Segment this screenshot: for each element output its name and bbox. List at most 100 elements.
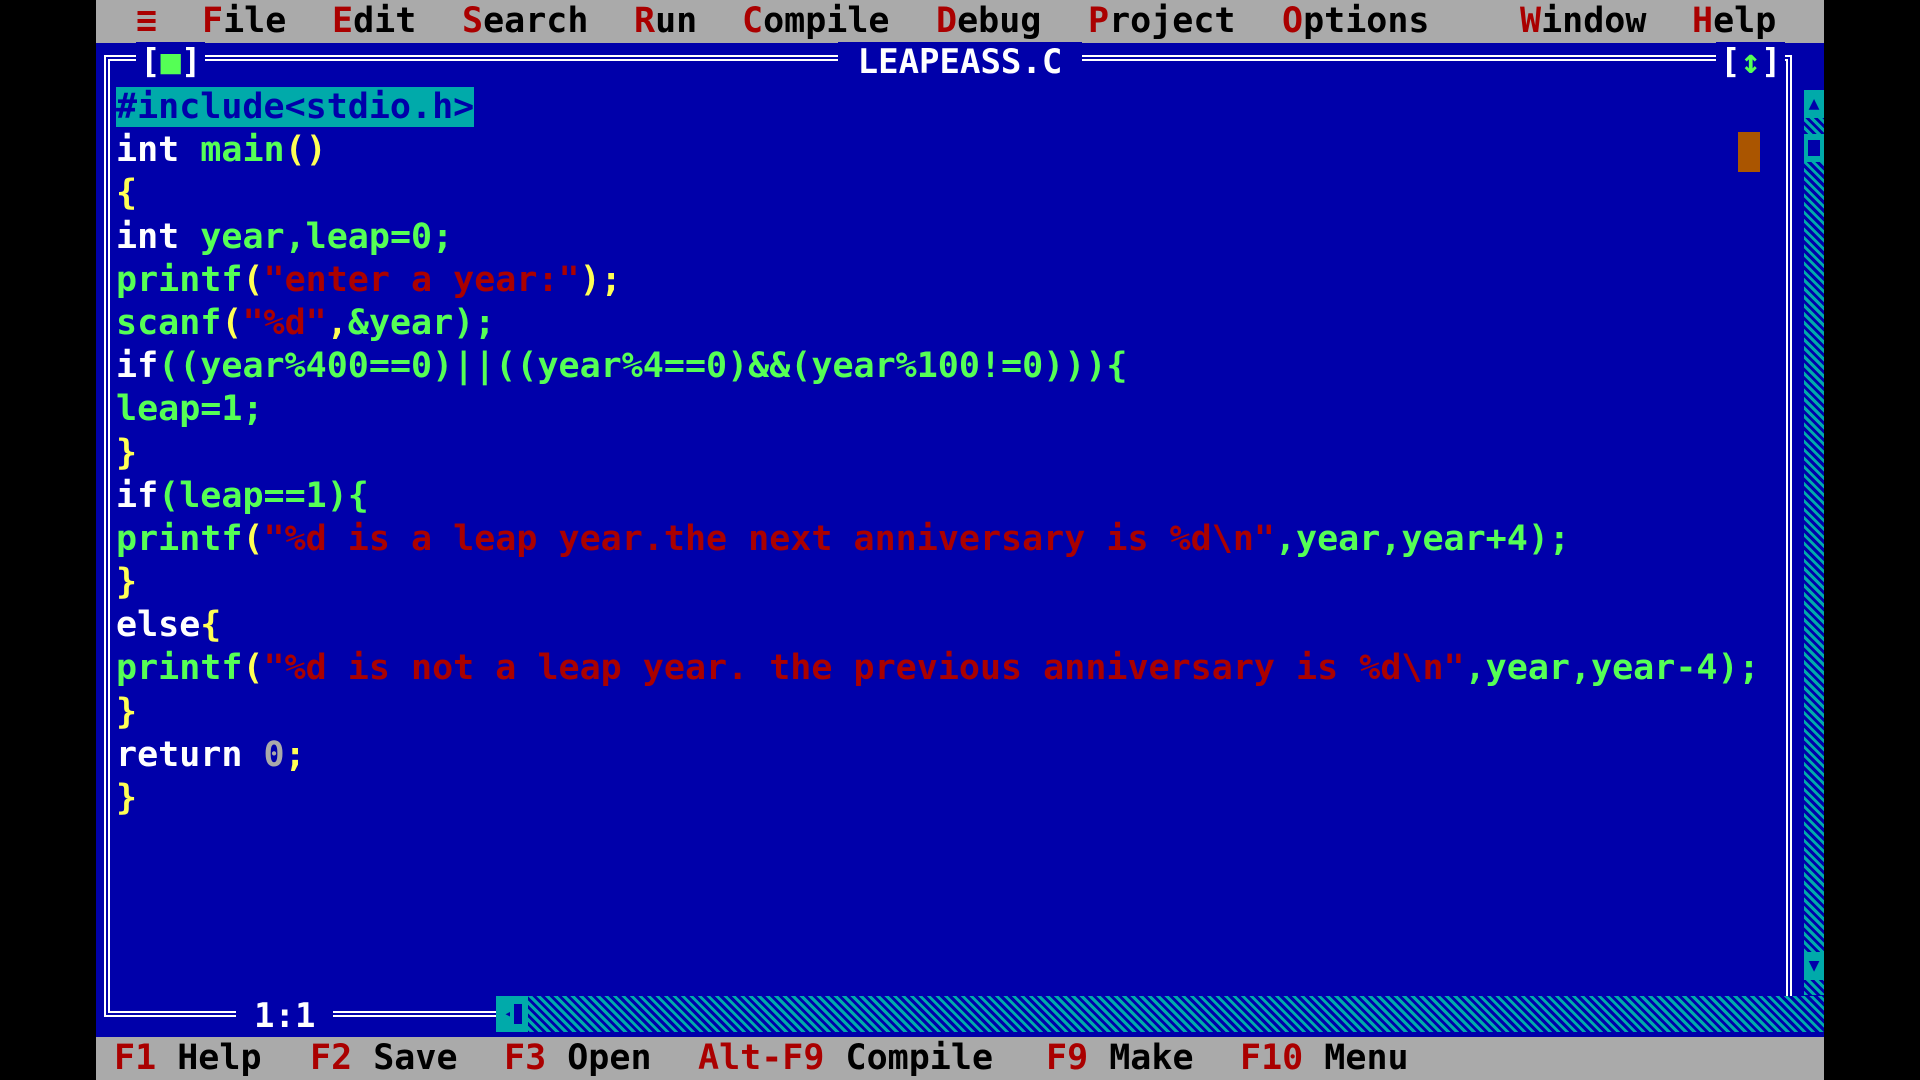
- fkey-label: Save: [373, 1038, 458, 1078]
- cursor-position: 1:1: [236, 996, 334, 1036]
- fkey-label: Make: [1109, 1038, 1194, 1078]
- menu-options-label: ptions: [1303, 1, 1430, 41]
- string-literal: "%d is a leap year.the next anniversary …: [263, 518, 1275, 559]
- string-literal: "%d is not a leap year. the previous ann…: [263, 648, 1465, 689]
- menu-file-hotkey: F: [202, 1, 224, 41]
- code-line: #include<stdio.h>: [116, 86, 1796, 129]
- menu-edit-hotkey: E: [332, 1, 354, 41]
- code-line: printf("%d is a leap year.the next anniv…: [116, 518, 1570, 559]
- code-text: (leap==1){: [158, 475, 369, 516]
- fkey-label: Help: [177, 1038, 262, 1078]
- menu-project-label: roject: [1109, 1, 1236, 41]
- number-literal: 0: [263, 734, 285, 775]
- fkey-key: F1: [114, 1038, 157, 1078]
- code-editor[interactable]: #include<stdio.h> int main() { int year,…: [116, 86, 1796, 986]
- menu-options[interactable]: Options: [1282, 0, 1430, 43]
- menu-options-hotkey: O: [1282, 1, 1304, 41]
- fkey-help[interactable]: F1 Help: [114, 1037, 262, 1080]
- punctuation: ;: [284, 734, 306, 775]
- fkey-key: F3: [504, 1038, 547, 1078]
- code-line: return 0;: [116, 734, 1796, 777]
- menu-bar: ≡ File Edit Search Run Compile Debug Pro…: [96, 0, 1824, 43]
- menu-debug-label: ebug: [957, 1, 1042, 41]
- fkey-label: Open: [567, 1038, 652, 1078]
- punctuation: }: [116, 562, 138, 603]
- menu-search-label: earch: [483, 1, 589, 41]
- menu-help[interactable]: Help: [1692, 0, 1776, 43]
- code-line: scanf("%d",&year);: [116, 302, 496, 343]
- string-literal: "%d": [242, 302, 327, 343]
- punctuation: }: [116, 432, 138, 473]
- menu-help-label: elp: [1713, 1, 1777, 41]
- vertical-scroll-thumb[interactable]: [1804, 134, 1824, 162]
- punctuation: }: [116, 691, 138, 732]
- close-box-button[interactable]: [■]: [136, 42, 206, 82]
- menu-debug-hotkey: D: [936, 1, 958, 41]
- code-text: leap=1;: [116, 389, 264, 430]
- menu-project-hotkey: P: [1088, 1, 1110, 41]
- menu-search[interactable]: Search: [462, 0, 588, 43]
- code-line: }: [116, 691, 1796, 734]
- function-key-bar: F1 Help F2 Save F3 Open Alt-F9 Compile F…: [96, 1037, 1824, 1080]
- fkey-menu[interactable]: F10 Menu: [1240, 1037, 1409, 1080]
- menu-project[interactable]: Project: [1088, 0, 1236, 43]
- menu-window[interactable]: Window: [1520, 0, 1646, 43]
- fkey-open[interactable]: F3 Open: [504, 1037, 652, 1080]
- menu-compile-label: ompile: [763, 1, 890, 41]
- menu-compile-hotkey: C: [742, 1, 764, 41]
- fkey-key: Alt-F9: [698, 1038, 825, 1078]
- keyword: int: [116, 216, 180, 257]
- menu-file[interactable]: File: [202, 0, 286, 43]
- menu-window-label: indow: [1541, 1, 1647, 41]
- fkey-key: F9: [1046, 1038, 1089, 1078]
- code-line: int main(): [116, 129, 1796, 172]
- fkey-compile[interactable]: Alt-F9 Compile: [698, 1037, 993, 1080]
- menu-edit-label: dit: [353, 1, 417, 41]
- keyword: if: [116, 475, 159, 516]
- window-title-bar: LEAPEASS.C: [96, 42, 1824, 82]
- menu-search-hotkey: S: [462, 1, 484, 41]
- punctuation: }: [116, 778, 138, 818]
- code-line: leap=1;: [116, 388, 1796, 431]
- function-name: printf: [116, 259, 243, 300]
- close-icon: ■: [160, 42, 181, 82]
- string-literal: "enter a year:": [263, 259, 580, 300]
- function-name: printf: [116, 648, 243, 689]
- keyword: if: [116, 346, 159, 387]
- text-cursor: [1738, 132, 1760, 172]
- code-line: printf("%d is not a leap year. the previ…: [116, 648, 1760, 689]
- keyword: else: [116, 605, 201, 646]
- code-line: if((year%400==0)||((year%4==0)&&(year%10…: [116, 345, 1796, 388]
- menu-debug[interactable]: Debug: [936, 0, 1041, 43]
- resize-arrow-icon: ↕: [1740, 42, 1761, 82]
- system-menu-icon[interactable]: ≡: [136, 0, 157, 43]
- fkey-make[interactable]: F9 Make: [1046, 1037, 1194, 1080]
- punctuation: (): [284, 130, 327, 171]
- menu-edit[interactable]: Edit: [332, 0, 416, 43]
- vertical-scrollbar[interactable]: ▲ ▼: [1804, 90, 1824, 995]
- fkey-label: Compile: [845, 1038, 994, 1078]
- horizontal-scroll-thumb[interactable]: [510, 1000, 526, 1028]
- code-line: }: [116, 777, 1796, 820]
- code-line: if(leap==1){: [116, 475, 1796, 518]
- function-name: printf: [116, 518, 243, 559]
- punctuation: {: [116, 173, 138, 214]
- scroll-up-arrow-icon[interactable]: ▲: [1804, 90, 1824, 118]
- code-text: ,year,year-4);: [1464, 648, 1760, 689]
- menu-run[interactable]: Run: [634, 0, 697, 43]
- turbo-c-ide: ≡ File Edit Search Run Compile Debug Pro…: [96, 0, 1824, 1080]
- fkey-save[interactable]: F2 Save: [310, 1037, 458, 1080]
- identifier: main: [200, 130, 285, 171]
- scroll-down-arrow-icon[interactable]: ▼: [1804, 952, 1824, 980]
- menu-compile[interactable]: Compile: [742, 0, 890, 43]
- menu-run-hotkey: R: [634, 1, 656, 41]
- horizontal-scrollbar[interactable]: ◀ ▶: [496, 996, 1824, 1032]
- function-name: scanf: [116, 302, 222, 343]
- code-line: else{: [116, 604, 1796, 647]
- code-line: {: [116, 172, 1796, 215]
- zoom-box-button[interactable]: [↕]: [1716, 42, 1786, 82]
- code-text: ((year%400==0)||((year%4==0)&&(year%100!…: [158, 346, 1128, 387]
- keyword: int: [116, 130, 180, 171]
- fkey-key: F2: [310, 1038, 353, 1078]
- code-line: }: [116, 561, 1796, 604]
